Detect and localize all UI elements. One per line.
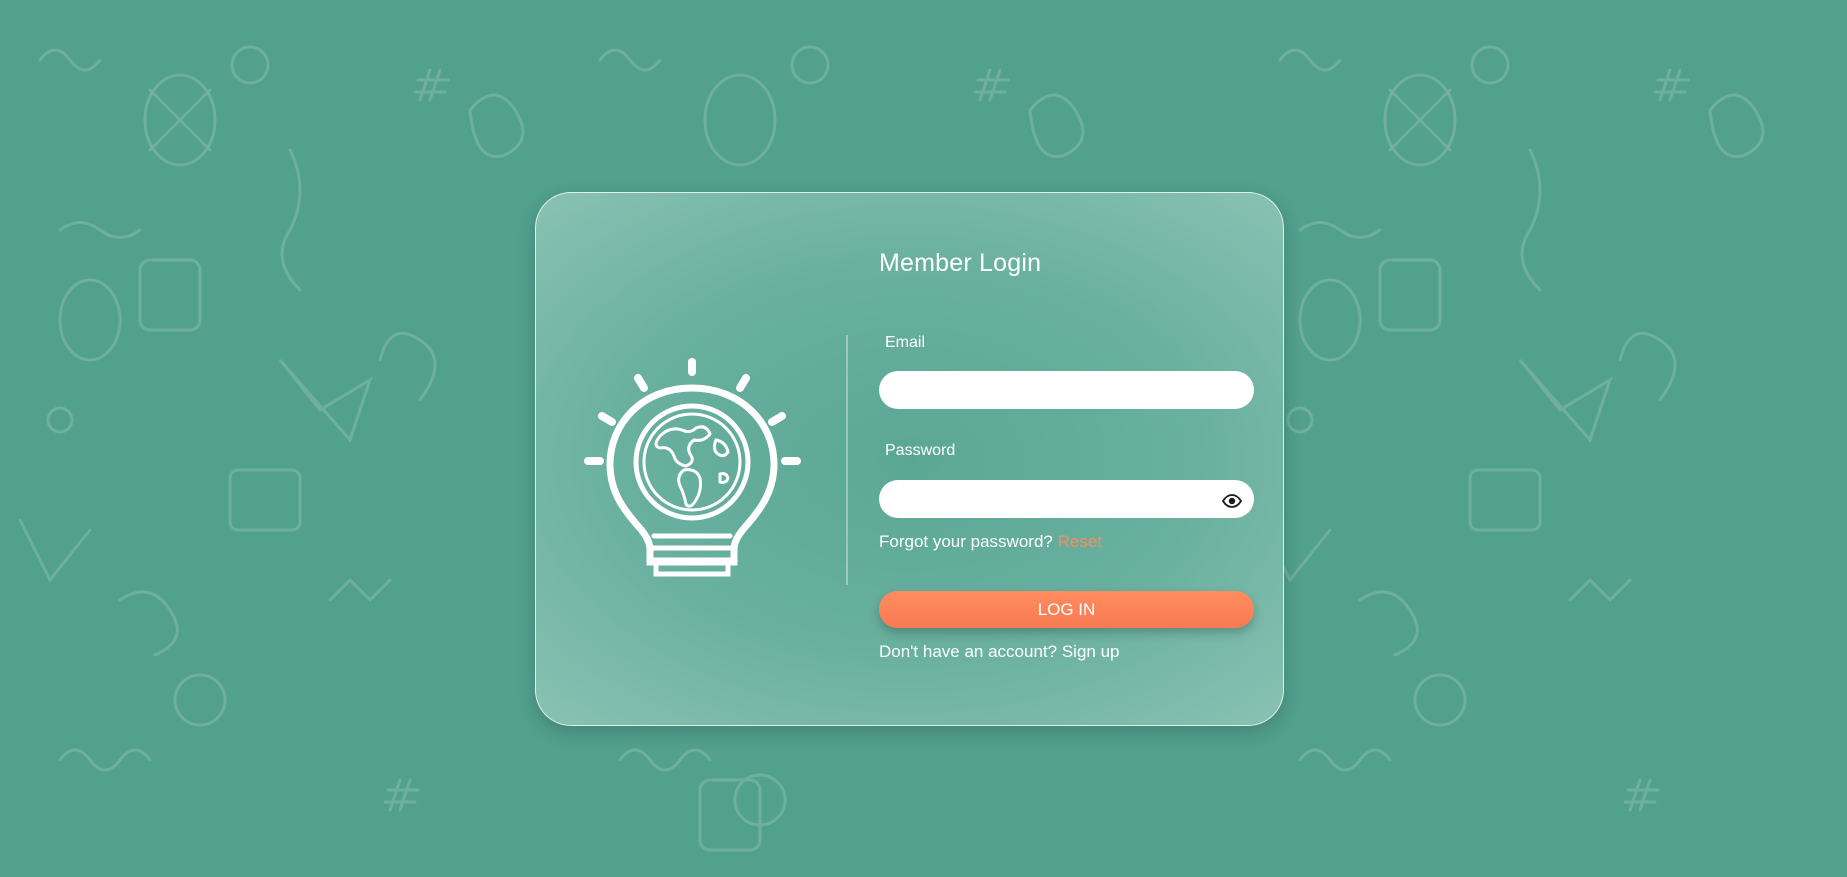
- signup-link[interactable]: Sign up: [1062, 642, 1120, 661]
- page-title: Member Login: [879, 249, 1042, 277]
- forgot-password-row: Forgot your password? Reset: [879, 532, 1102, 552]
- login-button[interactable]: LOG IN: [879, 591, 1254, 628]
- email-field[interactable]: [879, 371, 1254, 409]
- signup-row: Don't have an account? Sign up: [879, 642, 1120, 662]
- lightbulb-globe-icon: [584, 358, 801, 577]
- reset-link[interactable]: Reset: [1058, 532, 1102, 551]
- email-label: Email: [885, 334, 926, 351]
- signup-text: Don't have an account?: [879, 642, 1058, 661]
- password-label: Password: [885, 442, 956, 459]
- forgot-password-text: Forgot your password?: [879, 532, 1053, 551]
- vertical-divider: [846, 335, 848, 585]
- password-field[interactable]: [879, 480, 1254, 518]
- eye-icon[interactable]: [1222, 494, 1242, 508]
- login-card: Member Login Email Password Forgot your …: [535, 192, 1284, 726]
